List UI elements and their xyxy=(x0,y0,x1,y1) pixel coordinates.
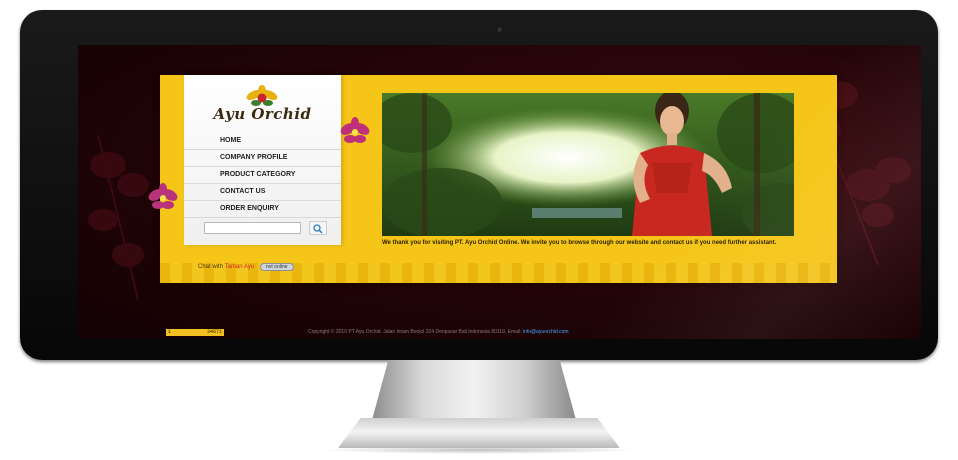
chat-prefix: Chat with xyxy=(198,264,224,270)
copyright-text: Copyright © 2010 PT Ayu Orchid. Jalan Im… xyxy=(308,329,569,335)
counter-label: 1 xyxy=(168,329,172,335)
nav-item-contact-us[interactable]: CONTACT US xyxy=(184,184,341,201)
status-badge: not online xyxy=(259,263,294,271)
visitor-counter: 1 34671 xyxy=(166,329,224,336)
orchid-flower-icon xyxy=(148,183,178,209)
copyright: Copyright © 2010 PT Ayu Orchid. Jalan Im… xyxy=(308,329,522,335)
background-orchid-decoration-left xyxy=(88,134,149,301)
sidebar: Ayu Orchid HOME COMPANY PROFILE PRODUCT … xyxy=(184,75,341,245)
search-icon xyxy=(313,224,323,234)
monitor-stand-base xyxy=(338,418,620,448)
search-input[interactable] xyxy=(204,221,301,234)
nav-item-home[interactable]: HOME xyxy=(184,133,341,150)
nav-item-company-profile[interactable]: COMPANY PROFILE xyxy=(184,150,341,167)
search-bar xyxy=(204,219,328,237)
main-nav: HOME COMPANY PROFILE PRODUCT CATEGORY CO… xyxy=(184,133,341,218)
monitor-bezel: Ayu Orchid HOME COMPANY PROFILE PRODUCT … xyxy=(20,10,938,360)
email-link[interactable]: info@ayuorchid.com xyxy=(523,329,569,335)
monitor-screen: Ayu Orchid HOME COMPANY PROFILE PRODUCT … xyxy=(78,45,921,339)
counter-value: 34671 xyxy=(206,329,222,335)
camera xyxy=(496,26,503,33)
chat-contact-link[interactable]: Taman Ayu xyxy=(225,264,255,270)
chat-widget: Chat with Taman Ayu not online xyxy=(198,263,294,271)
nav-item-order-enquiry[interactable]: ORDER ENQUIRY xyxy=(184,201,341,218)
search-button[interactable] xyxy=(309,220,328,235)
site-logo[interactable]: Ayu Orchid xyxy=(184,105,341,123)
orchid-flower-icon xyxy=(340,117,370,143)
monitor-stand-neck xyxy=(372,360,576,420)
nav-item-product-category[interactable]: PRODUCT CATEGORY xyxy=(184,167,341,184)
